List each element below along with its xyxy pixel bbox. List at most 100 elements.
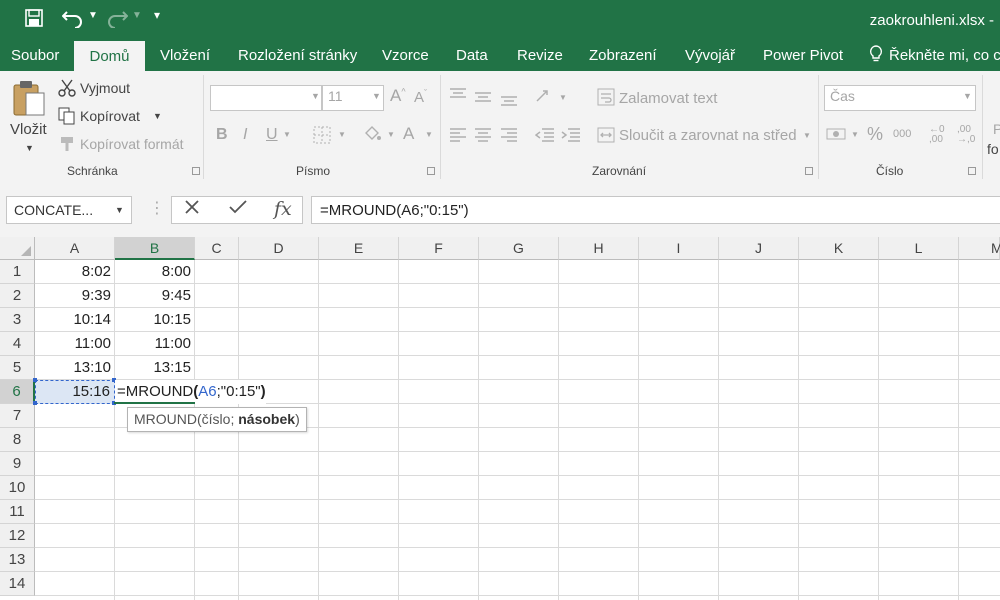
alignment-group-label: Zarovnání (592, 164, 647, 178)
copy-dropdown-icon[interactable]: ▼ (153, 111, 162, 121)
tooltip-function-name[interactable]: MROUND (134, 411, 197, 427)
styles-cut-off-label: P (993, 121, 1000, 137)
cell-a6[interactable]: 15:16 (35, 380, 115, 404)
clipboard-launcher-icon[interactable] (192, 167, 200, 175)
tab-vzorce[interactable]: Vzorce (382, 40, 429, 71)
row-header-14[interactable]: 14 (0, 572, 35, 596)
column-header-h[interactable]: H (559, 237, 639, 260)
row-header-4[interactable]: 4 (0, 332, 35, 356)
row-header-11[interactable]: 11 (0, 500, 35, 524)
row-header-5[interactable]: 5 (0, 356, 35, 380)
undo-icon[interactable] (61, 8, 84, 33)
row-header-2[interactable]: 2 (0, 284, 35, 308)
tab-vyvojar[interactable]: Vývojář (685, 40, 735, 71)
alignment-launcher-icon[interactable] (805, 167, 813, 175)
font-name-combo[interactable] (210, 85, 322, 111)
gridline (35, 547, 1000, 548)
tab-domu[interactable]: Domů (74, 41, 145, 72)
row-header-7[interactable]: 7 (0, 404, 35, 428)
column-header-c[interactable]: C (195, 237, 239, 260)
separator (440, 75, 441, 179)
select-all-button[interactable] (0, 237, 35, 260)
font-name-dropdown-icon[interactable]: ▼ (311, 91, 320, 101)
cell-b3[interactable]: 10:15 (115, 308, 195, 332)
gridline (318, 260, 319, 600)
paste-button[interactable]: Vložit (10, 121, 47, 138)
column-header-i[interactable]: I (639, 237, 719, 260)
worksheet-grid: A B C D E F G H I J K L M 1 2 3 4 5 6 7 … (0, 237, 1000, 600)
tab-vlozeni[interactable]: Vložení (160, 40, 210, 71)
copy-button[interactable]: Kopírovat (80, 108, 140, 124)
cell-a1[interactable]: 8:02 (35, 260, 115, 284)
gridline (35, 499, 1000, 500)
cancel-icon[interactable] (184, 199, 200, 221)
cut-icon[interactable] (58, 79, 76, 100)
column-header-g[interactable]: G (479, 237, 559, 260)
cell-a2[interactable]: 9:39 (35, 284, 115, 308)
customize-toolbar-icon[interactable]: ▾ (154, 8, 160, 22)
cell-a4[interactable]: 11:00 (35, 332, 115, 356)
number-format-combo[interactable]: Čas (824, 85, 976, 111)
column-header-j[interactable]: J (719, 237, 799, 260)
tab-power-pivot[interactable]: Power Pivot (763, 40, 843, 71)
row-header-3[interactable]: 3 (0, 308, 35, 332)
column-header-l[interactable]: L (879, 237, 959, 260)
decrease-indent-icon (534, 127, 555, 146)
paste-icon[interactable] (12, 79, 46, 120)
paste-dropdown-icon[interactable]: ▼ (25, 143, 34, 153)
column-header-e[interactable]: E (319, 237, 399, 260)
cell-a3[interactable]: 10:14 (35, 308, 115, 332)
name-box[interactable]: CONCATE... (6, 196, 132, 224)
font-size-dropdown-icon[interactable]: ▼ (372, 91, 381, 101)
cell-b2[interactable]: 9:45 (115, 284, 195, 308)
undo-dropdown-icon[interactable]: ▼ (88, 10, 98, 21)
cell-b4[interactable]: 11:00 (115, 332, 195, 356)
separator (203, 75, 204, 179)
column-header-b[interactable]: B (115, 237, 195, 260)
row-header-9[interactable]: 9 (0, 452, 35, 476)
column-header-k[interactable]: K (799, 237, 879, 260)
row-header-6[interactable]: 6 (0, 380, 35, 404)
tab-data[interactable]: Data (456, 40, 488, 71)
column-header-f[interactable]: F (399, 237, 479, 260)
merge-center-button: Sloučit a zarovnat na střed (619, 127, 797, 144)
formula-bar-grip-icon[interactable]: ⋮ (149, 198, 165, 218)
column-header-a[interactable]: A (35, 237, 115, 260)
column-header-m[interactable]: M (959, 237, 1000, 260)
row-header-10[interactable]: 10 (0, 476, 35, 500)
gridline (478, 260, 479, 600)
ribbon-tabs: Soubor Domů Vložení Rozložení stránky Vz… (0, 40, 1000, 72)
formula-function-text: =MROUND (117, 383, 194, 400)
cell-b6-editing[interactable]: =MROUND(A6;"0:15") (115, 380, 266, 404)
cell-b5[interactable]: 13:15 (115, 356, 195, 380)
insert-function-icon[interactable]: fx (274, 198, 292, 220)
gridline (35, 571, 1000, 572)
formula-input[interactable]: =MROUND(A6;"0:15") (311, 196, 1000, 224)
cut-button[interactable]: Vyjmout (80, 80, 130, 96)
enter-icon[interactable] (229, 199, 247, 221)
column-header-d[interactable]: D (239, 237, 319, 260)
align-left-icon (449, 127, 467, 146)
tab-zobrazeni[interactable]: Zobrazení (589, 40, 657, 71)
copy-icon[interactable] (58, 107, 76, 128)
font-color-dropdown-icon: ▼ (425, 130, 433, 139)
cell-a5[interactable]: 13:10 (35, 356, 115, 380)
save-icon[interactable] (25, 9, 43, 32)
tab-soubor[interactable]: Soubor (11, 40, 59, 71)
number-launcher-icon[interactable] (968, 167, 976, 175)
fill-color-dropdown-icon: ▼ (387, 130, 395, 139)
number-format-dropdown-icon[interactable]: ▼ (963, 91, 972, 101)
merge-center-icon (597, 126, 615, 147)
bold-icon: B (216, 126, 228, 143)
name-box-dropdown-icon[interactable]: ▼ (115, 205, 124, 215)
gridline (798, 260, 799, 600)
tab-revize[interactable]: Revize (517, 40, 563, 71)
row-header-13[interactable]: 13 (0, 548, 35, 572)
row-header-12[interactable]: 12 (0, 524, 35, 548)
cell-b1[interactable]: 8:00 (115, 260, 195, 284)
row-header-8[interactable]: 8 (0, 428, 35, 452)
font-launcher-icon[interactable] (427, 167, 435, 175)
row-header-1[interactable]: 1 (0, 260, 35, 284)
tell-me-search[interactable]: Řekněte mi, co c (889, 40, 1000, 71)
tab-rozlozeni-stranky[interactable]: Rozložení stránky (238, 40, 357, 71)
